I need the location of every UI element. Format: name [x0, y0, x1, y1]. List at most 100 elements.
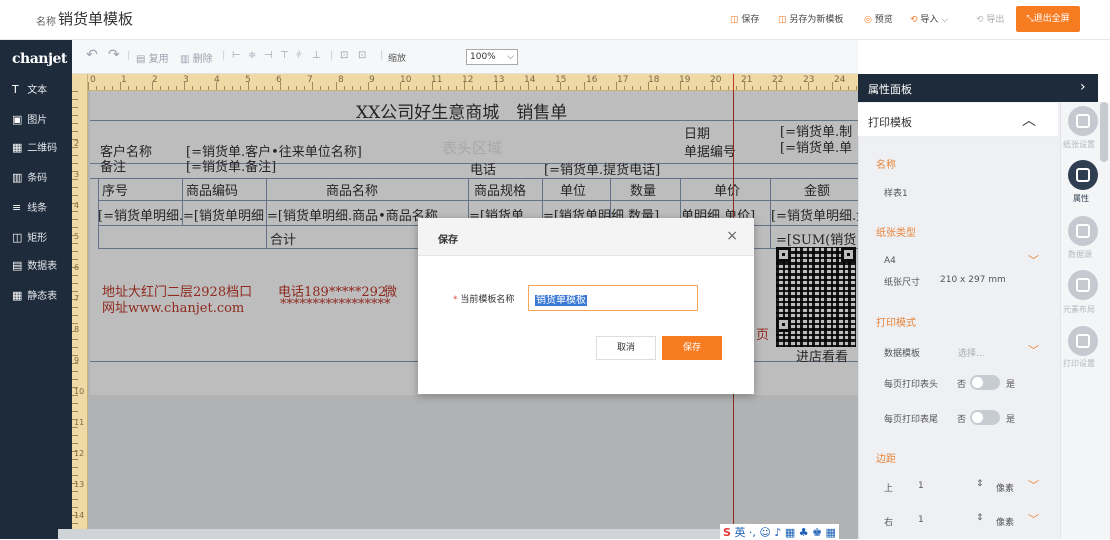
ruler-tick [848, 86, 849, 90]
datasource-icon[interactable] [1068, 216, 1098, 246]
save-as-button[interactable]: ◫ 另存为新模板 [778, 12, 843, 25]
toolbar-divider: | [127, 50, 131, 61]
switch-yes-label: 是 [1006, 380, 1016, 390]
chevron-down-icon[interactable]: ﹀ [1028, 252, 1039, 268]
name-input[interactable]: 样表1 [884, 186, 908, 199]
margin-unit-select[interactable]: 像素 [996, 481, 1014, 494]
chevron-down-icon[interactable]: ﹀ [1028, 342, 1039, 358]
ime-toolbar[interactable]: S 英 ·, ☺ ♪ ▦ ♣ ♚ ▦ [720, 524, 839, 540]
ruler-tick [512, 86, 513, 90]
footer-each-page-toggle[interactable] [970, 410, 1000, 425]
stepper-icon[interactable]: ⇕ [976, 513, 984, 523]
ruler-tick [632, 86, 633, 90]
paper-type-section-title: 纸张类型 [876, 228, 916, 239]
align-middle-icon[interactable]: ⫩ [296, 50, 302, 61]
property-panel-title: 属性面板 [868, 83, 912, 96]
rail-label: 纸张设置 [1063, 140, 1095, 149]
zoom-select[interactable]: 100% ⌵ [466, 49, 518, 65]
undo-icon[interactable]: ↶ [86, 47, 98, 63]
ruler-tick [792, 86, 793, 90]
ruler-tick [488, 86, 489, 90]
delete-button[interactable]: ▥ 删除 [180, 50, 213, 65]
chevron-down-icon: ⌵ [507, 52, 514, 62]
toolbar-divider: | [222, 50, 226, 61]
import-icon: ⟲ [910, 15, 918, 25]
ruler-tick [448, 86, 449, 90]
ruler-tick [72, 307, 78, 308]
copy-button[interactable]: ▤ 复用 [136, 50, 169, 65]
sidebar-item[interactable]: ◫ 矩形 [12, 229, 47, 247]
template-name-title[interactable]: 销货单模板 [58, 8, 133, 29]
properties-icon[interactable] [1068, 160, 1098, 190]
ruler-tick [304, 86, 305, 90]
header-each-page-toggle[interactable] [970, 375, 1000, 390]
exit-fullscreen-button[interactable]: ⤡退出全屏 [1016, 6, 1080, 32]
ruler-number: 14 [524, 75, 536, 85]
rail-label: 数据源 [1068, 250, 1092, 259]
sidebar-item[interactable]: ▦ 二维码 [12, 139, 57, 157]
input-selected-text: 销货单模板 [535, 295, 587, 306]
ruler-tick [272, 86, 273, 90]
ruler-number: 1 [121, 75, 127, 85]
chanjet-logo: chanjet [12, 51, 67, 67]
rail-label: 属性 [1073, 194, 1089, 203]
sidebar-item[interactable]: ▥ 条码 [12, 169, 47, 187]
ruler-tick [608, 86, 609, 90]
margin-top-input[interactable]: 1 [918, 481, 924, 491]
chevron-right-icon[interactable]: › [1080, 79, 1086, 95]
sidebar-item[interactable]: ▦ 静态表 [12, 287, 57, 305]
import-button[interactable]: ⟲ 导入 ⌵ [910, 12, 948, 25]
align-center-icon[interactable]: ≑ [248, 50, 256, 61]
print-settings-icon[interactable] [1068, 326, 1098, 356]
save-button[interactable]: ◫ 保存 [730, 12, 759, 25]
ruler-tick [72, 291, 78, 292]
ruler-tick [768, 86, 769, 90]
ruler-tick [472, 86, 473, 90]
sidebar-item[interactable]: ▣ 图片 [12, 111, 47, 129]
sidebar-item[interactable]: ≡ 线条 [12, 199, 47, 217]
sidebar-icon: ▤ [12, 259, 23, 272]
ruler-tick [136, 86, 137, 90]
element-layout-icon[interactable] [1068, 270, 1098, 300]
margin-unit-select[interactable]: 像素 [996, 515, 1014, 528]
print-template-section[interactable]: 打印模板 ︿ [858, 103, 1058, 137]
redo-icon[interactable]: ↷ [108, 47, 120, 63]
ruler-tick [72, 139, 78, 140]
stepper-icon[interactable]: ⇕ [976, 479, 984, 489]
align-left-icon[interactable]: ⊢ [232, 50, 241, 61]
template-name-input[interactable]: 销货单模板 [528, 285, 698, 311]
sidebar-item[interactable]: ▤ 数据表 [12, 257, 57, 275]
paper-type-select[interactable]: A4 [884, 256, 896, 266]
margin-section-title: 边距 [876, 454, 896, 465]
chevron-up-icon[interactable]: ︿ [1022, 110, 1036, 130]
ruler-tick [72, 275, 78, 276]
property-panel [858, 74, 1060, 539]
ruler-tick [248, 82, 249, 90]
align-top-icon[interactable]: ⊤ [280, 50, 289, 61]
ruler-tick [168, 86, 169, 90]
data-template-select[interactable]: 选择... [958, 346, 985, 359]
ruler-tick [72, 251, 78, 252]
paper-settings-icon[interactable] [1068, 106, 1098, 136]
preview-button[interactable]: ◎ 预览 [864, 12, 893, 25]
vertical-scrollbar[interactable] [1100, 102, 1108, 162]
sidebar-item[interactable]: T 文本 [12, 81, 47, 99]
editor-toolbar: ↶ ↷ | ▤ 复用 ▥ 删除 | ⊢ ≑ ⊣ ⊤ ⫩ ⊥ | ⊡ ⊡ | 缩放 [72, 40, 858, 74]
align-bottom-icon[interactable]: ⊥ [312, 50, 321, 61]
ruler-tick [480, 86, 481, 90]
margin-right-input[interactable]: 1 [918, 515, 924, 525]
lock-icon[interactable]: ⊡ [340, 50, 348, 61]
unlock-icon[interactable]: ⊡ [358, 50, 366, 61]
confirm-save-button[interactable]: 保存 [662, 336, 722, 360]
ruler-tick [712, 82, 713, 90]
close-icon[interactable]: × [726, 228, 738, 244]
horizontal-scrollbar[interactable] [58, 529, 760, 539]
align-right-icon[interactable]: ⊣ [264, 50, 273, 61]
chevron-down-icon[interactable]: ﹀ [1028, 511, 1039, 527]
cancel-button[interactable]: 取消 [596, 336, 656, 360]
chevron-down-icon[interactable]: ﹀ [1028, 477, 1039, 493]
ruler-number: 8 [74, 325, 80, 334]
ruler-tick [592, 86, 593, 90]
export-button[interactable]: ⟲ 导出 [976, 12, 1004, 25]
ruler-tick [824, 86, 825, 90]
